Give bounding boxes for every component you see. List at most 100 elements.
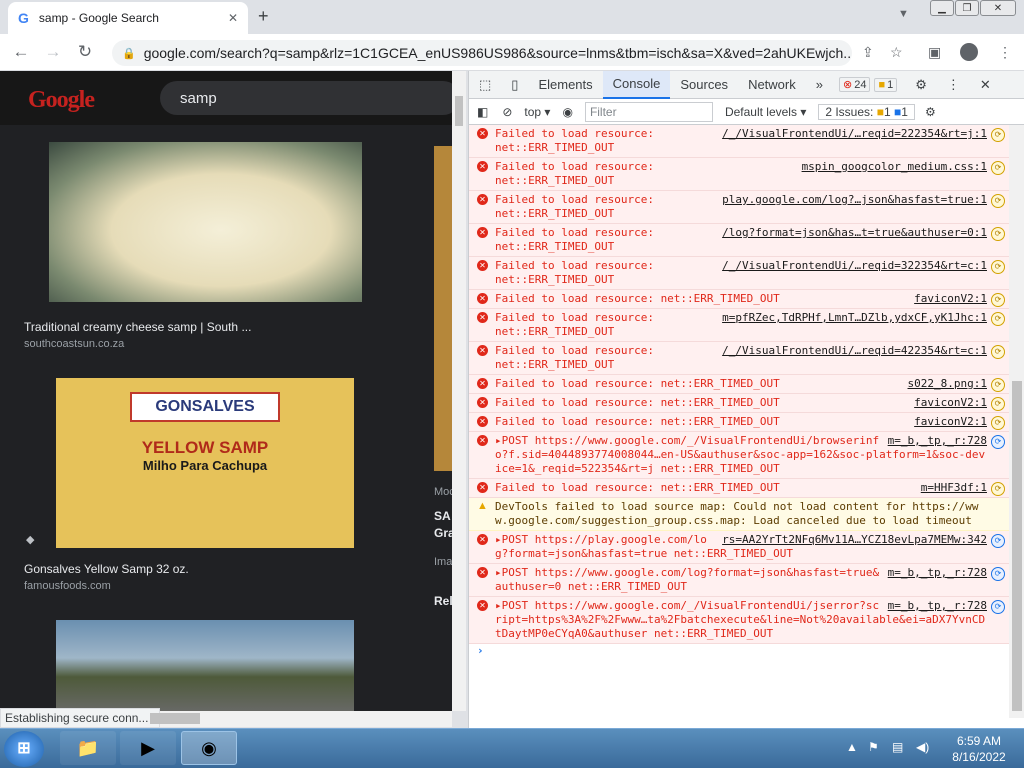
source-map-icon[interactable]: ⟳ <box>991 293 1005 307</box>
console-error-row[interactable]: ✕ rs=AA2YrTt2NFq6Mv11A…YCZ18evLpa7MEMw:34… <box>469 531 1009 564</box>
tab-console[interactable]: Console <box>602 70 671 99</box>
console-error-row[interactable]: ✕ faviconV2:1 Failed to load resource: net… <box>469 413 1009 432</box>
side-panel-icon[interactable]: ▣ <box>928 44 941 61</box>
context-selector[interactable]: top ▾ <box>518 105 556 119</box>
page-scrollbar[interactable] <box>452 71 466 711</box>
page-search-box[interactable]: samp <box>160 81 452 115</box>
console-error-row[interactable]: ✕ /_/VisualFrontendUi/…reqid=422354&rt=c:… <box>469 342 1009 375</box>
console-error-row[interactable]: ✕ m=pfRZec,TdRPHf,LmnT…DZlb,ydxCF,yK1Jhc:… <box>469 309 1009 342</box>
error-count-badge[interactable]: ⊗ 24 <box>838 77 871 92</box>
message-source-link[interactable]: /_/VisualFrontendUi/…reqid=222354&rt=j:1 <box>722 127 987 141</box>
google-doodle-logo[interactable]: Google <box>28 87 95 114</box>
message-source-link[interactable]: s022_8.png:1 <box>908 377 987 391</box>
console-error-row[interactable]: ✕ m=_b,_tp,_r:728 ▸POST https://www.google… <box>469 597 1009 644</box>
forward-arrow-icon[interactable]: → <box>42 42 64 62</box>
close-devtools-icon[interactable]: ✕ <box>970 71 1001 99</box>
message-source-link[interactable]: mspin_googcolor_medium.css:1 <box>802 160 987 174</box>
console-prompt[interactable]: › <box>469 644 1009 662</box>
console-error-row[interactable]: ✕ s022_8.png:1 Failed to load resource: ne… <box>469 375 1009 394</box>
source-map-icon[interactable]: ⟳ <box>991 397 1005 411</box>
console-warning-row[interactable]: ▲ DevTools failed to load source map: Cou… <box>469 498 1009 531</box>
devtools-menu-icon[interactable]: ⋮ <box>937 71 970 99</box>
sidebar-toggle-icon[interactable]: ◧ <box>469 105 496 119</box>
live-expression-eye-icon[interactable]: ◉ <box>556 105 578 119</box>
page-scroll-thumb[interactable] <box>455 96 463 126</box>
source-map-icon[interactable]: ⟳ <box>991 312 1005 326</box>
result-image-yellow-samp[interactable]: GONSALVES YELLOW SAMP Milho Para Cachupa <box>56 378 354 548</box>
volume-icon[interactable]: ◀) <box>916 740 929 754</box>
media-player-icon[interactable]: ▶ <box>120 731 176 765</box>
message-source-link[interactable]: faviconV2:1 <box>914 415 987 429</box>
tab-network[interactable]: Network <box>738 71 806 99</box>
source-map-icon[interactable]: ⟳ <box>991 128 1005 142</box>
back-arrow-icon[interactable]: ← <box>10 42 32 62</box>
reload-icon[interactable]: ↻ <box>74 42 96 62</box>
source-map-icon[interactable]: ⟳ <box>991 161 1005 175</box>
source-map-icon[interactable]: ⟳ <box>991 416 1005 430</box>
console-error-row[interactable]: ✕ /log?format=json&has…t=true&authuser=0:… <box>469 224 1009 257</box>
result-source[interactable]: famousfoods.com <box>24 580 111 592</box>
message-source-link[interactable]: /_/VisualFrontendUi/…reqid=422354&rt=c:1 <box>722 344 987 358</box>
tab-sources[interactable]: Sources <box>670 71 738 99</box>
console-error-row[interactable]: ✕ faviconV2:1 Failed to load resource: net… <box>469 394 1009 413</box>
console-error-row[interactable]: ✕ play.google.com/log?…json&hasfast=true:… <box>469 191 1009 224</box>
source-map-icon[interactable]: ⟳ <box>991 260 1005 274</box>
console-error-row[interactable]: ✕ m=_b,_tp,_r:728 ▸POST https://www.google… <box>469 564 1009 597</box>
message-source-link[interactable]: m=HHF3df:1 <box>921 481 987 495</box>
message-source-link[interactable]: faviconV2:1 <box>914 292 987 306</box>
result-image-game-screenshot[interactable] <box>56 620 354 711</box>
result-source[interactable]: southcoastsun.co.za <box>24 338 124 350</box>
close-tab-icon[interactable]: ✕ <box>228 11 238 25</box>
start-button[interactable]: ⊞ <box>4 731 44 767</box>
horizontal-scroll-thumb[interactable] <box>150 713 200 724</box>
chrome-taskbar-icon[interactable]: ◉ <box>181 731 237 765</box>
console-error-row[interactable]: ✕ faviconV2:1 Failed to load resource: net… <box>469 290 1009 309</box>
file-explorer-icon[interactable]: 📁 <box>60 731 116 765</box>
more-tabs-icon[interactable]: » <box>806 71 833 99</box>
right-result-image[interactable] <box>434 146 452 471</box>
taskbar-clock[interactable]: 6:59 AM 8/16/2022 <box>942 733 1016 765</box>
action-center-flag-icon[interactable]: ⚑ <box>868 740 879 754</box>
message-source-link[interactable]: play.google.com/log?…json&hasfast=true:1 <box>722 193 987 207</box>
show-hidden-icons-icon[interactable]: ▲ <box>846 740 858 754</box>
console-error-row[interactable]: ✕ /_/VisualFrontendUi/…reqid=222354&rt=j:… <box>469 125 1009 158</box>
message-source-link[interactable]: /_/VisualFrontendUi/…reqid=322354&rt=c:1 <box>722 259 987 273</box>
minimize-button[interactable]: ▁ <box>930 0 954 16</box>
network-request-icon[interactable]: ⟳ <box>991 534 1005 548</box>
result-title[interactable]: Gonsalves Yellow Samp 32 oz. <box>24 562 189 576</box>
network-icon[interactable]: ▤ <box>892 740 903 754</box>
maximize-button[interactable]: ❐ <box>955 0 979 16</box>
message-source-link[interactable]: rs=AA2YrTt2NFq6Mv11A…YCZ18evLpa7MEMw:342 <box>722 533 987 547</box>
message-source-link[interactable]: m=_b,_tp,_r:728 <box>888 434 987 448</box>
network-request-icon[interactable]: ⟳ <box>991 600 1005 614</box>
browser-tab[interactable]: G samp - Google Search ✕ <box>8 2 248 34</box>
address-bar[interactable]: 🔒 google.com/search?q=samp&rlz=1C1GCEA_e… <box>112 40 852 66</box>
inspect-element-icon[interactable]: ⬚ <box>469 71 501 99</box>
message-source-link[interactable]: m=_b,_tp,_r:728 <box>888 599 987 613</box>
source-map-icon[interactable]: ⟳ <box>991 194 1005 208</box>
device-toolbar-icon[interactable]: ▯ <box>501 71 528 99</box>
console-error-row[interactable]: ✕ m=_b,_tp,_r:728 ▸POST https://www.google… <box>469 432 1009 479</box>
network-request-icon[interactable]: ⟳ <box>991 567 1005 581</box>
clear-console-icon[interactable]: ⊘ <box>496 105 518 119</box>
horizontal-scrollbar[interactable] <box>160 711 452 727</box>
source-map-icon[interactable]: ⟳ <box>991 227 1005 241</box>
console-error-row[interactable]: ✕ m=HHF3df:1 Failed to load resource: net:… <box>469 479 1009 498</box>
tab-search-chevron-icon[interactable]: ▼ <box>898 8 909 20</box>
console-error-row[interactable]: ✕ mspin_googcolor_medium.css:1 Failed to l… <box>469 158 1009 191</box>
console-settings-gear-icon[interactable]: ⚙ <box>919 105 942 119</box>
default-levels-dropdown[interactable]: Default levels ▾ <box>719 105 812 119</box>
bookmark-star-icon[interactable]: ☆ <box>890 44 903 61</box>
message-source-link[interactable]: m=pfRZec,TdRPHf,LmnT…DZlb,ydxCF,yK1Jhc:1 <box>722 311 987 325</box>
network-request-icon[interactable]: ⟳ <box>991 435 1005 449</box>
share-icon[interactable]: ⇪ <box>862 44 874 61</box>
chrome-menu-icon[interactable]: ⋮ <box>998 44 1012 61</box>
filter-input[interactable]: Filter <box>584 101 713 122</box>
source-map-icon[interactable]: ⟳ <box>991 378 1005 392</box>
warning-count-badge[interactable]: ■ 1 <box>874 77 898 92</box>
message-source-link[interactable]: m=_b,_tp,_r:728 <box>888 566 987 580</box>
new-tab-button[interactable]: + <box>258 6 269 27</box>
close-window-button[interactable]: ✕ <box>980 0 1016 16</box>
message-source-link[interactable]: /log?format=json&has…t=true&authuser=0:1 <box>722 226 987 240</box>
console-error-row[interactable]: ✕ /_/VisualFrontendUi/…reqid=322354&rt=c:… <box>469 257 1009 290</box>
